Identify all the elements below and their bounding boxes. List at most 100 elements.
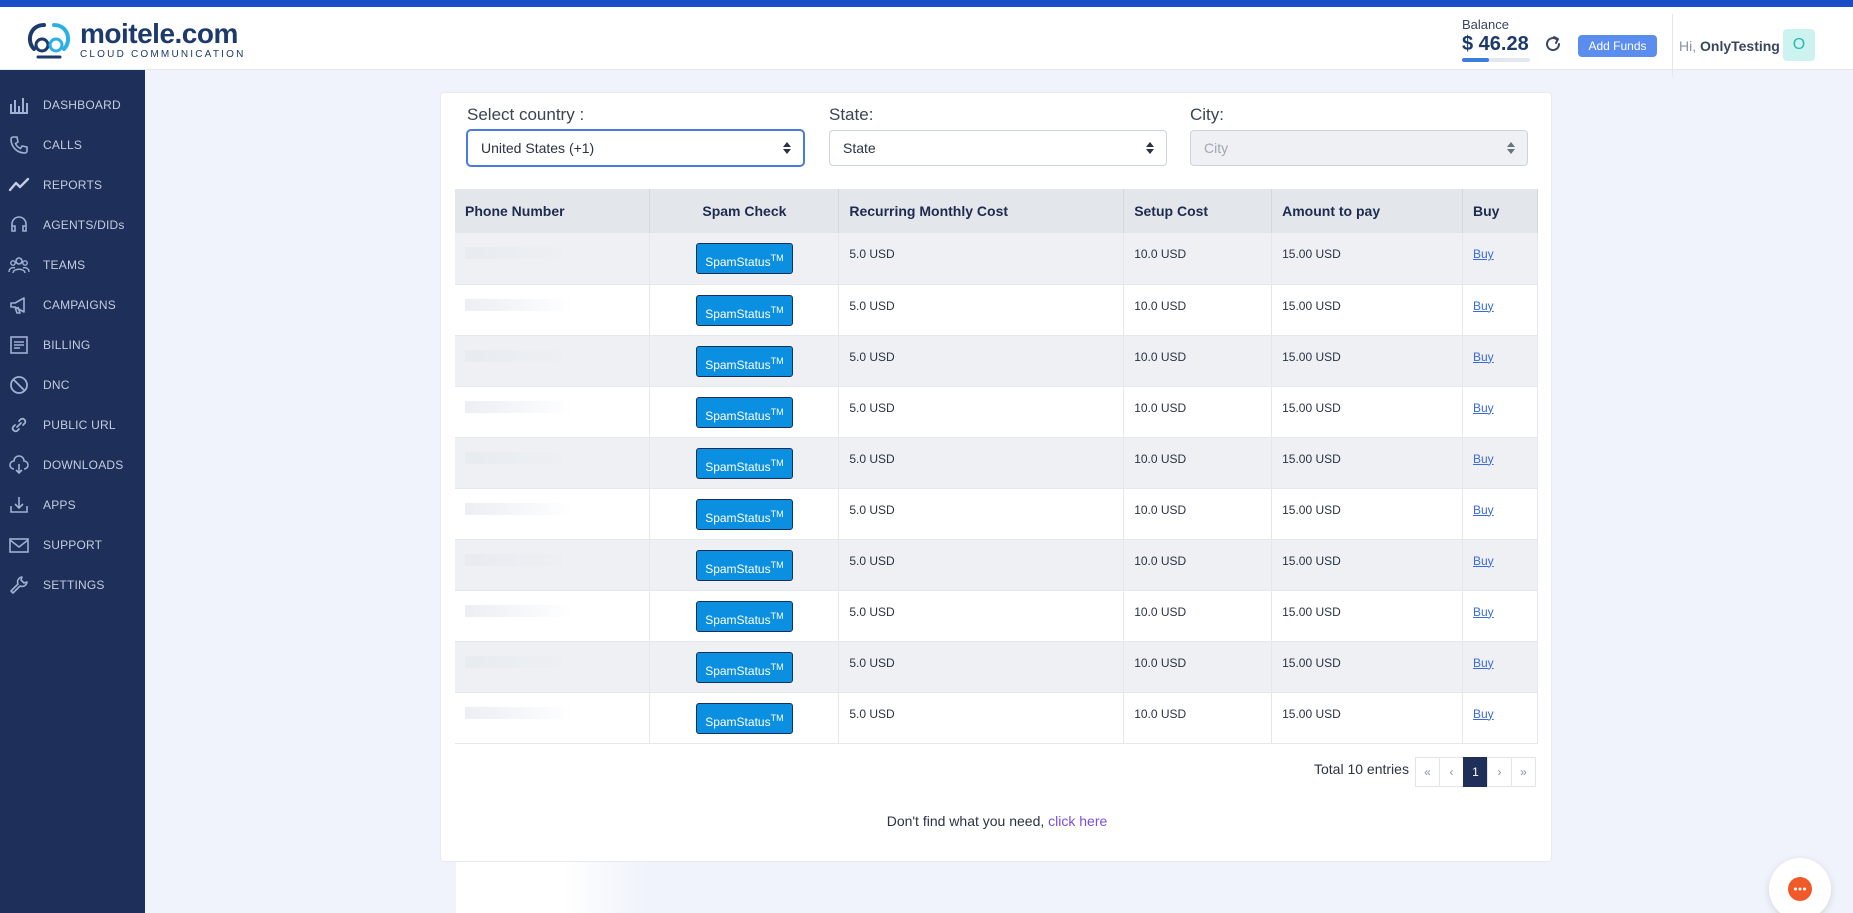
phone-number-cell [455, 641, 651, 693]
spam-status-button[interactable]: SpamStatusTM [695, 396, 793, 428]
sidebar: DASHBOARD CALLS REPORTS AGENTS/DIDs TEAM… [0, 70, 145, 913]
sidebar-item-label: SETTINGS [43, 578, 105, 592]
spam-status-button[interactable]: SpamStatusTM [695, 243, 793, 274]
pagination-last-button[interactable]: » [1511, 757, 1536, 787]
buy-link[interactable]: Buy [1473, 247, 1494, 261]
brand-name: moitele.com [80, 18, 238, 49]
trademark-mark: TM [770, 559, 784, 570]
state-select[interactable]: State [829, 130, 1167, 166]
city-select-value: City [1204, 140, 1229, 156]
phone-number-cell [455, 590, 651, 642]
sidebar-item-label: CAMPAIGNS [43, 298, 116, 312]
brand-logo[interactable]: moitele.com CLOUD COMMUNICATION [24, 19, 246, 61]
sidebar-item-settings[interactable]: SETTINGS [0, 565, 145, 605]
sidebar-item-campaigns[interactable]: CAMPAIGNS [0, 285, 145, 325]
table-row: SpamStatusTM 5.0 USD 10.0 USD 15.00 USD Buy [455, 437, 1538, 489]
spam-status-button[interactable]: SpamStatusTM [695, 651, 793, 683]
sidebar-item-public-url[interactable]: PUBLIC URL [0, 405, 145, 445]
app-download-icon [8, 494, 30, 516]
trademark-mark: TM [770, 712, 784, 723]
phone-number-cell [455, 488, 651, 540]
redacted-phone-number [465, 553, 575, 566]
user-greeting[interactable]: Hi, OnlyTesting [1679, 38, 1780, 54]
buy-link[interactable]: Buy [1473, 605, 1494, 619]
spam-status-button[interactable]: SpamStatusTM [695, 447, 793, 479]
avatar[interactable]: O [1783, 29, 1815, 61]
redacted-phone-number [465, 298, 575, 311]
table-row: SpamStatusTM 5.0 USD 10.0 USD 15.00 USD Buy [455, 692, 1538, 744]
phone-number-cell [455, 233, 651, 285]
buy-link[interactable]: Buy [1473, 452, 1494, 466]
pagination-page-button[interactable]: 1 [1463, 757, 1488, 787]
spam-status-label: SpamStatus [705, 612, 771, 627]
click-here-link[interactable]: click here [1048, 813, 1107, 829]
spam-check-cell: SpamStatusTM [649, 488, 840, 540]
table-header-row: Phone Number Spam Check Recurring Monthl… [455, 189, 1538, 233]
setup-cost-cell: 10.0 USD [1123, 641, 1273, 693]
balance-label: Balance [1462, 17, 1509, 32]
mail-icon [8, 534, 30, 556]
spam-status-button[interactable]: SpamStatusTM [695, 294, 793, 326]
setup-cost-cell: 10.0 USD [1123, 590, 1273, 642]
dashboard-icon [8, 94, 30, 116]
spam-check-cell: SpamStatusTM [649, 641, 840, 693]
pagination-first-button[interactable]: « [1415, 757, 1440, 787]
pagination-prev-button[interactable]: ‹ [1439, 757, 1464, 787]
state-label: State: [829, 105, 874, 124]
setup-cost-cell: 10.0 USD [1123, 692, 1273, 744]
header-divider [1672, 14, 1673, 77]
buy-link[interactable]: Buy [1473, 503, 1494, 517]
refresh-icon[interactable] [1543, 34, 1563, 54]
sidebar-item-calls[interactable]: CALLS [0, 125, 145, 165]
balance-progress-fill [1462, 58, 1490, 62]
column-header-setup-cost: Setup Cost [1123, 189, 1273, 233]
sidebar-item-apps[interactable]: APPS [0, 485, 145, 525]
country-select[interactable]: United States (+1) [467, 130, 804, 166]
chat-widget-button[interactable] [1769, 858, 1831, 913]
phone-number-cell [455, 437, 651, 489]
pagination-next-button[interactable]: › [1487, 757, 1512, 787]
spam-status-label: SpamStatus [705, 714, 771, 729]
logo-mark-icon [24, 19, 76, 61]
sidebar-item-dashboard[interactable]: DASHBOARD [0, 85, 145, 125]
buy-cell: Buy [1462, 590, 1538, 642]
sidebar-item-billing[interactable]: BILLING [0, 325, 145, 365]
buy-link[interactable]: Buy [1473, 554, 1494, 568]
spam-status-button[interactable]: SpamStatusTM [695, 702, 793, 734]
table-row: SpamStatusTM 5.0 USD 10.0 USD 15.00 USD Buy [455, 539, 1538, 591]
sidebar-item-teams[interactable]: TEAMS [0, 245, 145, 285]
sidebar-item-dnc[interactable]: DNC [0, 365, 145, 405]
phone-number-cell [455, 692, 651, 744]
buy-link[interactable]: Buy [1473, 401, 1494, 415]
sidebar-item-support[interactable]: SUPPORT [0, 525, 145, 565]
trademark-mark: TM [770, 661, 784, 672]
trademark-mark: TM [770, 355, 784, 366]
amount-cell: 15.00 USD [1271, 539, 1463, 591]
spam-status-button[interactable]: SpamStatusTM [695, 549, 793, 581]
buy-cell: Buy [1462, 335, 1538, 387]
wrench-icon [8, 574, 30, 596]
spam-status-label: SpamStatus [705, 255, 771, 269]
spam-status-button[interactable]: SpamStatusTM [695, 498, 793, 530]
spam-check-cell: SpamStatusTM [649, 590, 840, 642]
sidebar-item-agents-dids[interactable]: AGENTS/DIDs [0, 205, 145, 245]
spam-status-label: SpamStatus [705, 306, 771, 321]
redacted-phone-number [465, 247, 575, 259]
buy-cell: Buy [1462, 539, 1538, 591]
sidebar-item-downloads[interactable]: DOWNLOADS [0, 445, 145, 485]
buy-link[interactable]: Buy [1473, 350, 1494, 364]
add-funds-button[interactable]: Add Funds [1578, 35, 1657, 57]
state-select-value: State [843, 140, 876, 156]
buy-cell: Buy [1462, 386, 1538, 438]
buy-link[interactable]: Buy [1473, 707, 1494, 721]
buy-link[interactable]: Buy [1473, 299, 1494, 313]
spam-status-button[interactable]: SpamStatusTM [695, 345, 793, 377]
table-row: SpamStatusTM 5.0 USD 10.0 USD 15.00 USD Buy [455, 335, 1538, 387]
buy-link[interactable]: Buy [1473, 656, 1494, 670]
spam-status-button[interactable]: SpamStatusTM [695, 600, 793, 632]
table-row: SpamStatusTM 5.0 USD 10.0 USD 15.00 USD Buy [455, 284, 1538, 336]
sidebar-item-reports[interactable]: REPORTS [0, 165, 145, 205]
spam-check-cell: SpamStatusTM [649, 539, 840, 591]
block-icon [8, 374, 30, 396]
redacted-phone-number [465, 604, 575, 617]
